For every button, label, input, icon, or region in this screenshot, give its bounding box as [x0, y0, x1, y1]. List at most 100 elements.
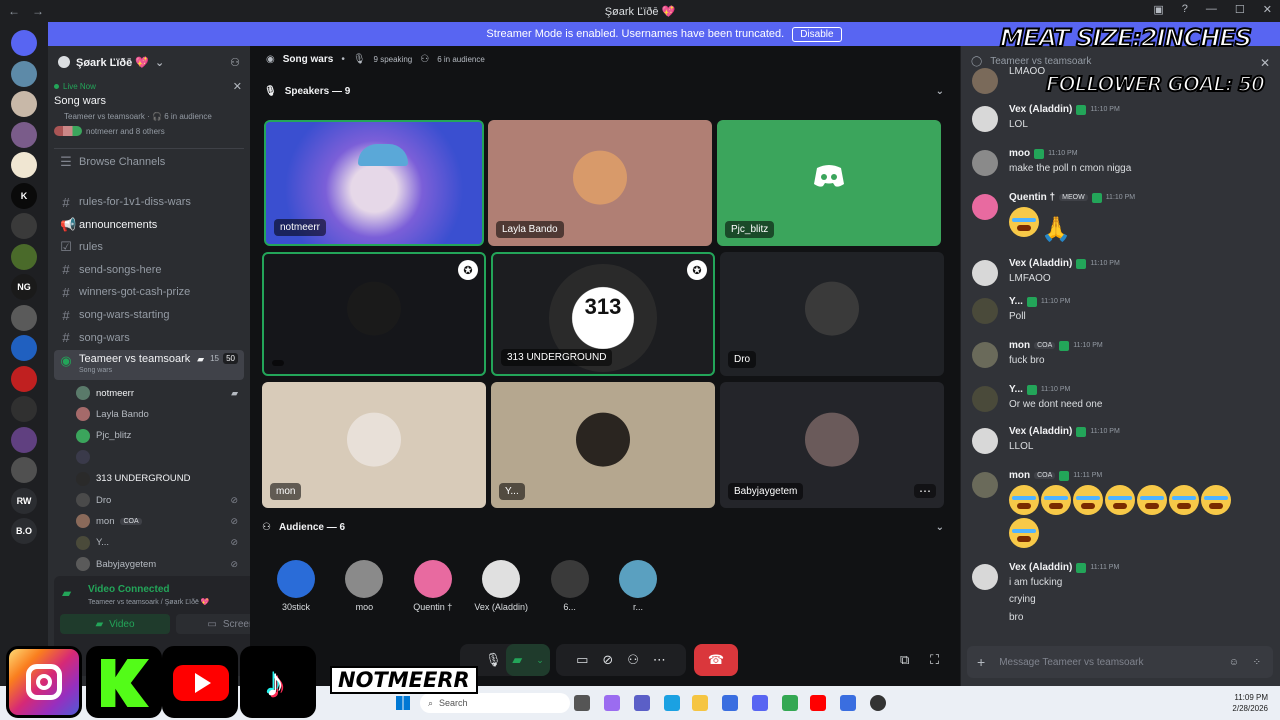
avatar[interactable] [972, 260, 998, 286]
speaker-tile[interactable]: Pjc_blitz [717, 120, 941, 246]
taskbar-search[interactable]: ⌕ Search [420, 693, 570, 713]
minimize-button[interactable]: — [1206, 3, 1217, 16]
invite-icon[interactable]: ⚇ [627, 652, 639, 668]
avatar[interactable] [972, 106, 998, 132]
emoji-icon[interactable]: ☺ [1229, 657, 1239, 668]
audience-member[interactable]: 6... [540, 560, 600, 612]
voice-member[interactable] [76, 447, 244, 467]
avatar[interactable] [972, 342, 998, 368]
close-icon[interactable]: ✕ [1260, 56, 1270, 70]
voice-member[interactable]: Pjc_blitz [76, 426, 244, 446]
copilot-icon[interactable] [604, 695, 620, 711]
teams-icon[interactable] [634, 695, 650, 711]
audience-member[interactable]: r... [608, 560, 668, 612]
forward-arrow-icon[interactable]: → [32, 4, 44, 18]
browse-channels[interactable]: ☰ Browse Channels [54, 152, 244, 172]
maximize-button[interactable]: ☐ [1235, 3, 1245, 16]
server-icon[interactable] [11, 91, 37, 117]
chevron-down-icon[interactable]: ⌄ [536, 655, 544, 666]
server-icon[interactable] [11, 304, 37, 331]
server-icon[interactable] [11, 365, 37, 392]
channel-item[interactable]: # song-wars [54, 328, 244, 348]
fullscreen-icon[interactable]: ⛶ [930, 652, 939, 668]
discord-icon[interactable] [752, 695, 768, 711]
mute-icon[interactable]: ⊘ [602, 652, 613, 668]
speaker-tile[interactable]: Dro [720, 252, 944, 376]
channel-item[interactable]: # song-wars-starting [54, 305, 244, 325]
more-icon[interactable]: ⋯ [653, 652, 666, 668]
back-arrow-icon[interactable]: ← [8, 4, 20, 18]
server-icon[interactable] [11, 396, 37, 422]
voice-channel-teameer[interactable]: ◉ Teameer vs teamsoark Song wars ▰ 15 50 [54, 350, 244, 380]
video-button[interactable]: ▰ Video [60, 614, 170, 634]
audience-member[interactable]: Vex (Aladdin) [471, 560, 531, 612]
avatar[interactable] [972, 194, 998, 220]
username[interactable]: Quentin † [1009, 192, 1055, 203]
plus-icon[interactable]: + [977, 654, 985, 670]
speakers-header[interactable]: 🎙 Speakers — 9 ⌄ [264, 86, 944, 97]
chat-input[interactable]: + Message Teameer vs teamsoark ☺ ⁘ [967, 646, 1273, 678]
avatar[interactable] [972, 386, 998, 412]
server-icon[interactable]: K [11, 182, 37, 209]
speaker-tile[interactable]: 313 ✪ 313 UNDERGROUND [491, 252, 715, 376]
voice-member[interactable]: Y... ⊘ [76, 533, 244, 553]
server-icon[interactable] [11, 60, 37, 87]
voice-member[interactable]: Dro ⊘ [76, 490, 244, 510]
speaker-tile[interactable]: Y... [491, 382, 715, 508]
chrome-icon[interactable] [782, 695, 798, 711]
server-icon[interactable] [11, 30, 37, 56]
start-icon[interactable] [396, 696, 410, 710]
server-icon[interactable]: B.O [11, 518, 37, 544]
close-icon[interactable]: ✕ [233, 80, 242, 93]
speaker-tile[interactable]: ✪ [262, 252, 486, 376]
server-icon[interactable]: RW [11, 487, 37, 514]
folder-icon[interactable] [692, 695, 708, 711]
speaker-tile[interactable]: mon [262, 382, 486, 508]
clock[interactable]: 11:09 PM 2/28/2026 [1232, 692, 1268, 714]
more-icon[interactable]: ⋯ [914, 484, 936, 498]
speaker-tile[interactable]: Layla Bando [488, 120, 712, 246]
voice-status[interactable]: Video Connected [88, 584, 170, 595]
avatar[interactable] [972, 298, 998, 324]
server-icon[interactable] [11, 426, 37, 453]
username[interactable]: moo [1009, 148, 1030, 159]
voice-member[interactable]: Layla Bando [76, 404, 244, 424]
audience-member[interactable]: Quentin † [403, 560, 463, 612]
store-icon[interactable] [722, 695, 738, 711]
username[interactable]: Vex (Aladdin) [1009, 104, 1072, 115]
username[interactable]: mon [1009, 340, 1030, 351]
share-screen-icon[interactable]: ▭ [576, 652, 588, 668]
add-member-icon[interactable]: ⚇ [230, 56, 240, 69]
leave-call-button[interactable]: ☎ [694, 644, 738, 676]
avatar[interactable] [972, 150, 998, 176]
file-explorer-icon[interactable] [574, 695, 590, 711]
voice-member[interactable]: mon COA ⊘ [76, 511, 244, 531]
channel-item[interactable]: # winners-got-cash-prize [54, 282, 244, 302]
mic-icon[interactable]: 🎙 [485, 652, 502, 668]
username[interactable]: mon [1009, 470, 1030, 481]
audience-member[interactable]: moo [334, 560, 394, 612]
apps-icon[interactable]: ⁘ [1253, 657, 1261, 668]
avatar[interactable] [972, 564, 998, 590]
channel-item[interactable]: # send-songs-here [54, 260, 244, 280]
server-icon[interactable] [11, 213, 37, 239]
server-icon[interactable] [11, 152, 37, 178]
username[interactable]: Y... [1009, 296, 1023, 307]
channel-item[interactable]: ☑ rules [54, 237, 244, 257]
camera-icon[interactable]: ▰ [512, 652, 522, 668]
avatar[interactable] [972, 68, 998, 94]
voice-member[interactable]: notmeerr ▰ [76, 383, 244, 403]
username[interactable]: Vex (Aladdin) [1009, 562, 1072, 573]
server-icon[interactable] [11, 335, 37, 361]
live-now-card[interactable]: Live Now Song wars Teameer vs teamsoark … [54, 80, 244, 148]
disable-button[interactable]: Disable [792, 26, 842, 42]
avatar[interactable] [972, 428, 998, 454]
edge-icon[interactable] [664, 695, 680, 711]
popout-icon[interactable]: ⧉ [900, 652, 909, 668]
app-icon[interactable] [840, 695, 856, 711]
audience-member[interactable]: 30stick [266, 560, 326, 612]
voice-member[interactable]: 313 UNDERGROUND [76, 469, 244, 489]
avatar[interactable] [972, 472, 998, 498]
help-icon[interactable]: ? [1182, 3, 1188, 16]
youtube-icon[interactable] [810, 695, 826, 711]
